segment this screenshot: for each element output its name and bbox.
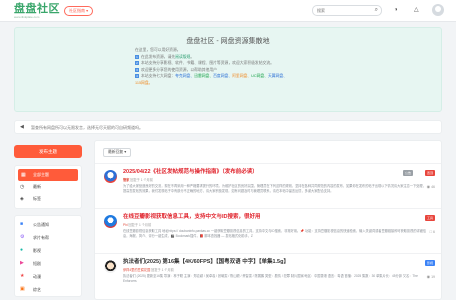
logo-text: 盘盘社区 bbox=[14, 3, 60, 15]
play-icon: ▶ bbox=[20, 260, 24, 266]
topic-excerpt: 在线豆瓣影视信息获取工具 地址https:// doubaninfo.panka… bbox=[123, 229, 427, 238]
sidebar-item-variety[interactable]: ▣ 综艺 bbox=[15, 283, 81, 296]
sidebar-item-anime[interactable]: ★ 动漫 bbox=[15, 270, 81, 283]
announcement-bar: ◀ 暂查所有网盘所可以无限发言，选择无尽天赋的可自研频道吗。 bbox=[14, 120, 442, 134]
sidebar-item-movies[interactable]: ● 影视 bbox=[15, 244, 81, 257]
topic-title[interactable]: 执法者们(2025) 第16集【4K/60FPS】【国粤双语 中字】【单集1.5… bbox=[123, 259, 289, 266]
new-topic-button[interactable]: 发布主题 bbox=[14, 145, 82, 158]
sidebar-item-tags[interactable]: ◈ 标签 bbox=[15, 193, 81, 205]
clock-icon: ◷ bbox=[20, 184, 25, 190]
grid-icon: ▦ bbox=[21, 172, 26, 178]
community-guide-menu[interactable]: 社区指南 ▾ bbox=[64, 6, 94, 16]
welcome-banner: 盘盘社区 - 网盘资源集散地 在这里，您可以用好资源。 1 在此发布资源，请先阅读… bbox=[14, 27, 442, 112]
topic-title[interactable]: 2025/04/22《社区发帖规范与操作指南》（发布前必读） bbox=[123, 169, 258, 176]
sidebar-item-latest[interactable]: ◷ 最新 bbox=[15, 181, 81, 193]
author-name[interactable]: 管家 bbox=[123, 178, 129, 182]
topic-title[interactable]: 在线豆瓣影视获取信息工具，支持中文与ID搜索，很好用 bbox=[123, 214, 261, 221]
list-item[interactable]: 在线豆瓣影视获取信息工具，支持中文与ID搜索，很好用 Phi 回复于 1 个月前… bbox=[95, 208, 441, 253]
author-avatar[interactable] bbox=[104, 215, 117, 228]
film-icon: ● bbox=[20, 247, 24, 253]
top-bar: 盘盘社区 www.ilinkplate.com 社区指南 ▾ ⌕ ◑ △ bbox=[0, 0, 456, 22]
search-icon[interactable]: ⌕ bbox=[375, 7, 378, 14]
eye-icon: ◉ bbox=[426, 274, 431, 279]
avatar[interactable] bbox=[432, 4, 444, 16]
announcement-text: 暂查所有网盘所可以无限发言，选择无尽天赋的可自研频道吗。 bbox=[31, 125, 143, 130]
author-name[interactable]: 伊祥4里的豆腐花园 bbox=[123, 268, 150, 272]
topic-filter-list: ▦ 全部主题 ◷ 最新 ◈ 标签 bbox=[14, 165, 82, 209]
bell-icon[interactable]: △ bbox=[414, 5, 419, 15]
sidebar-item-announcements[interactable]: ■ 公告通知 bbox=[15, 218, 81, 231]
list-item[interactable]: 执法者们(2025) 第16集【4K/60FPS】【国粤双语 中字】【单集1.5… bbox=[95, 253, 441, 298]
pinned-badge: 置顶 bbox=[424, 170, 435, 176]
comment-icon: □ bbox=[429, 229, 433, 234]
author-avatar[interactable] bbox=[104, 260, 117, 273]
sidebar-item-all-topics[interactable]: ▦ 全部主题 bbox=[18, 169, 78, 181]
megaphone-icon: ◀ bbox=[20, 124, 24, 130]
topic-tag[interactable]: 工具 bbox=[424, 215, 435, 221]
author-name[interactable]: Phi bbox=[123, 223, 128, 227]
topic-excerpt: 为了给大家营造良好的交流，现在不再采用一种严格要求提升的环境。为维护社区的良好氛… bbox=[123, 184, 426, 193]
search-input[interactable] bbox=[313, 6, 369, 15]
sort-dropdown[interactable]: 最新回复 ▾ bbox=[103, 148, 132, 157]
tv-icon: ▣ bbox=[20, 286, 25, 292]
topic-meta: 管家 回复于 1 个月前 bbox=[123, 178, 153, 182]
topic-list: 2025/04/22《社区发帖规范与操作指南》（发布前必读） 管家 回复于 1 … bbox=[95, 163, 441, 298]
topic-tag[interactable]: 影视 bbox=[424, 260, 435, 266]
sidebar-item-requests[interactable]: ⚙ 求片有帮 bbox=[15, 231, 81, 244]
banner-title: 盘盘社区 - 网盘资源集散地 bbox=[186, 38, 270, 45]
sidebar: 发布主题 ▦ 全部主题 ◷ 最新 ◈ 标签 ■ 公告通知 ⚙ 求片有帮 ● 影视 ▶ 短剧 ★… bbox=[14, 145, 82, 300]
site-logo[interactable]: 盘盘社区 www.ilinkplate.com bbox=[14, 3, 60, 19]
topic-stat: ◉46 bbox=[426, 184, 435, 189]
logo-subtitle: www.ilinkplate.com bbox=[14, 15, 40, 19]
search-box[interactable]: ⌕ bbox=[312, 5, 382, 16]
topic-stat: ◉19 bbox=[426, 274, 435, 279]
topic-list-panel: 最新回复 ▾ 2025/04/22《社区发帖规范与操作指南》（发布前必读） 管家… bbox=[94, 140, 442, 300]
rules-link[interactable]: 阅读版规 bbox=[175, 55, 190, 59]
author-avatar[interactable] bbox=[104, 170, 117, 183]
gear-icon: ⚙ bbox=[20, 234, 25, 240]
eye-icon: ◉ bbox=[426, 184, 431, 189]
topic-tag[interactable]: 公告 bbox=[402, 170, 413, 176]
moon-icon[interactable]: ◑ bbox=[394, 5, 398, 15]
topic-excerpt: 执法者们 (2025) 更新至16集 导演：林子聪 主演：郑嘉颖 / 吴卓羲 /… bbox=[123, 274, 418, 283]
banner-text: 在这里，您可以用好资源。 1 在此发布资源，请先阅读版规。 2 本站支持分享影视、软… bbox=[135, 47, 355, 86]
sidebar-item-short-dramas[interactable]: ▶ 短剧 bbox=[15, 257, 81, 270]
banner-line-5: 115网盘。 bbox=[135, 80, 153, 85]
bell-icon: ■ bbox=[20, 221, 24, 227]
star-icon: ★ bbox=[20, 273, 25, 279]
topic-meta: 伊祥4里的豆腐花园 回复于 1 个月前 bbox=[123, 268, 174, 272]
topic-stat: □6 bbox=[429, 229, 435, 234]
category-list: ■ 公告通知 ⚙ 求片有帮 ● 影视 ▶ 短剧 ★ 动漫 ▣ 综艺 bbox=[14, 215, 82, 297]
list-item[interactable]: 2025/04/22《社区发帖规范与操作指南》（发布前必读） 管家 回复于 1 … bbox=[95, 163, 441, 208]
tag-icon: ◈ bbox=[20, 196, 24, 202]
topic-meta: Phi 回复于 1 个月前 bbox=[123, 223, 152, 227]
